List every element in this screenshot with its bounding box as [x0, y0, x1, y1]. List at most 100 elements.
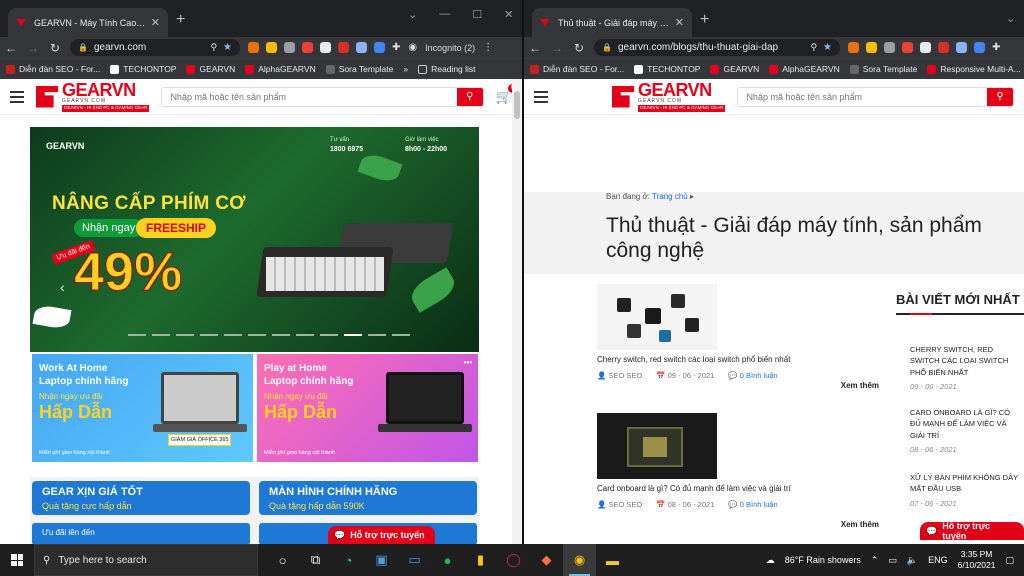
bookmark-item[interactable]: TECHONTOP: [110, 64, 176, 74]
zoom-icon[interactable]: ⚲: [810, 42, 817, 53]
breadcrumb-home-link[interactable]: Trang chủ: [652, 192, 688, 201]
tab-search-icon[interactable]: ⌄: [1006, 12, 1015, 25]
search-input[interactable]: [738, 87, 987, 106]
extension-icon[interactable]: [938, 42, 949, 53]
reload-icon[interactable]: ↻: [48, 41, 62, 55]
bookmark-item[interactable]: Sora Template: [325, 64, 393, 74]
taskbar-search[interactable]: ⚲ Type here to search: [34, 544, 258, 576]
extensions-puzzle-icon[interactable]: ✚: [992, 42, 1000, 53]
hamburger-menu-icon[interactable]: [10, 90, 24, 103]
extension-icon[interactable]: [302, 42, 313, 53]
sidebar-post[interactable]: CARD ONBOARD LÀ GÌ? CÓ ĐỦ MẠNH ĐỂ LÀM VI…: [910, 407, 1020, 455]
tab-blog[interactable]: Thủ thuật - Giải đáp máy tính, s ✕: [532, 8, 692, 37]
carousel-dot[interactable]: [152, 334, 170, 336]
back-icon[interactable]: ←: [4, 41, 18, 55]
extension-icon[interactable]: [884, 42, 895, 53]
task-view-icon[interactable]: ⧉: [299, 544, 332, 576]
read-more-link[interactable]: Xem thêm: [841, 520, 879, 529]
reading-list[interactable]: Reading list: [418, 64, 476, 74]
edge-icon[interactable]: ◔: [332, 544, 365, 576]
extension-icon[interactable]: [974, 42, 985, 53]
chrome-icon[interactable]: ◉: [563, 544, 596, 576]
close-tab-icon[interactable]: ✕: [151, 16, 160, 29]
carousel-dot[interactable]: [320, 334, 338, 336]
carousel-dot[interactable]: [176, 334, 194, 336]
extension-icon[interactable]: [266, 42, 277, 53]
reload-icon[interactable]: ↻: [572, 41, 586, 55]
app-icon[interactable]: ◆: [530, 544, 563, 576]
bookmark-item[interactable]: GEARVN: [710, 64, 759, 74]
weather-text[interactable]: 86°F Rain showers: [785, 555, 861, 565]
promo-work-at-home[interactable]: Work At Home Laptop chính hãng Nhận ngay …: [32, 354, 253, 462]
tab-gearvn[interactable]: GEARVN - Máy Tính Cao Cấp & I ✕: [8, 8, 168, 37]
support-chat-button[interactable]: 💬 Hỗ trợ trực tuyến: [920, 521, 1024, 541]
start-button[interactable]: [0, 544, 34, 576]
hero-banner[interactable]: GEARVN Tư vấn 1800 6975 Giờ làm việc 8h00 …: [30, 127, 479, 352]
cart-icon[interactable]: 🛒0: [496, 83, 517, 105]
bookmark-item[interactable]: AlphaGEARVN: [245, 64, 316, 74]
incognito-icon[interactable]: ◉: [408, 42, 417, 53]
spotify-icon[interactable]: ●: [431, 544, 464, 576]
monitor-promo-box[interactable]: MÀN HÌNH CHÍNH HÃNG Quà tặng hấp dẫn 590…: [259, 481, 477, 515]
sticky-notes-icon[interactable]: ▮: [464, 544, 497, 576]
mail-icon[interactable]: ▭: [398, 544, 431, 576]
file-explorer-icon[interactable]: ▬: [596, 544, 629, 576]
bookmark-star-icon[interactable]: ★: [223, 42, 232, 53]
opera-icon[interactable]: ◯: [497, 544, 530, 576]
hamburger-menu-icon[interactable]: [534, 90, 548, 103]
carousel-dot[interactable]: [200, 334, 218, 336]
cortana-icon[interactable]: ○: [266, 544, 299, 576]
sidebar-post[interactable]: XỬ LÝ BÀN PHÍM KHÔNG DÂY MẤT ĐẦU USB 07 …: [910, 472, 1020, 509]
gear-promo-box[interactable]: GEAR XỊN GIÁ TỐT Quà tặng cực hấp dẫn: [32, 481, 250, 515]
maximize-button[interactable]: ☐: [472, 8, 482, 21]
carousel-dot[interactable]: [344, 334, 362, 336]
bookmark-item[interactable]: Responsive Multi-A...: [927, 64, 1021, 74]
store-icon[interactable]: ▣: [365, 544, 398, 576]
extension-icon[interactable]: [338, 42, 349, 53]
post-thumbnail[interactable]: [597, 284, 717, 350]
search-input[interactable]: [162, 87, 457, 106]
post-thumbnail[interactable]: [597, 413, 717, 479]
language-indicator[interactable]: ENG: [928, 555, 948, 565]
address-bar[interactable]: 🔒 gearvn.com/blogs/thu-thuat-giai-dap ⚲ …: [594, 39, 840, 56]
new-tab-button[interactable]: +: [176, 11, 185, 29]
carousel-dot[interactable]: [392, 334, 410, 336]
search-button[interactable]: ⚲: [456, 87, 483, 106]
extension-icon[interactable]: [902, 42, 913, 53]
extension-icon[interactable]: [956, 42, 967, 53]
bookmark-item[interactable]: Diễn đàn SEO - For...: [530, 64, 624, 74]
chevron-up-icon[interactable]: ⌃: [871, 555, 879, 566]
forward-icon[interactable]: →: [26, 41, 40, 55]
carousel-prev-icon[interactable]: ‹: [60, 279, 65, 295]
clock[interactable]: 3:35 PM 6/10/2021: [958, 549, 996, 571]
carousel-dot[interactable]: [368, 334, 386, 336]
extension-icon[interactable]: [356, 42, 367, 53]
extension-icon[interactable]: [320, 42, 331, 53]
minimize-button[interactable]: —: [439, 8, 450, 21]
extension-icon[interactable]: [848, 42, 859, 53]
extension-icon[interactable]: [920, 42, 931, 53]
bookmark-item[interactable]: AlphaGEARVN: [769, 64, 840, 74]
volume-icon[interactable]: 🔈: [907, 555, 918, 566]
carousel-dot[interactable]: [248, 334, 266, 336]
extension-icon[interactable]: [284, 42, 295, 53]
gear-promo-bar[interactable]: Ưu đãi lên đến: [32, 523, 250, 544]
address-bar[interactable]: 🔒 gearvn.com ⚲ ★: [70, 39, 240, 56]
tab-search-icon[interactable]: ⌄: [408, 8, 417, 21]
notification-icon[interactable]: ▢: [1005, 555, 1014, 566]
carousel-dot[interactable]: [224, 334, 242, 336]
more-bookmarks-icon[interactable]: »: [403, 64, 408, 74]
post-title[interactable]: Cherry switch, red switch các loại switc…: [597, 355, 897, 364]
bookmark-item[interactable]: TECHONTOP: [634, 64, 700, 74]
sidebar-post[interactable]: CHERRY SWITCH, RED SWITCH CÁC LOẠI SWITC…: [910, 344, 1020, 392]
gearvn-logo[interactable]: GEARVN GEARVN.COM GEARVN - HI END PC & G…: [36, 81, 150, 112]
extensions-puzzle-icon[interactable]: ✚: [392, 42, 400, 53]
search-button[interactable]: ⚲: [987, 87, 1013, 106]
bookmark-star-icon[interactable]: ★: [823, 42, 832, 53]
new-tab-button[interactable]: +: [700, 11, 709, 29]
back-icon[interactable]: ←: [528, 41, 542, 55]
carousel-dot[interactable]: [296, 334, 314, 336]
support-chat-button[interactable]: 💬 Hỗ trợ trực tuyến: [328, 526, 435, 544]
network-icon[interactable]: ▭: [888, 555, 897, 566]
incognito-label[interactable]: Incognito (2): [425, 43, 475, 53]
